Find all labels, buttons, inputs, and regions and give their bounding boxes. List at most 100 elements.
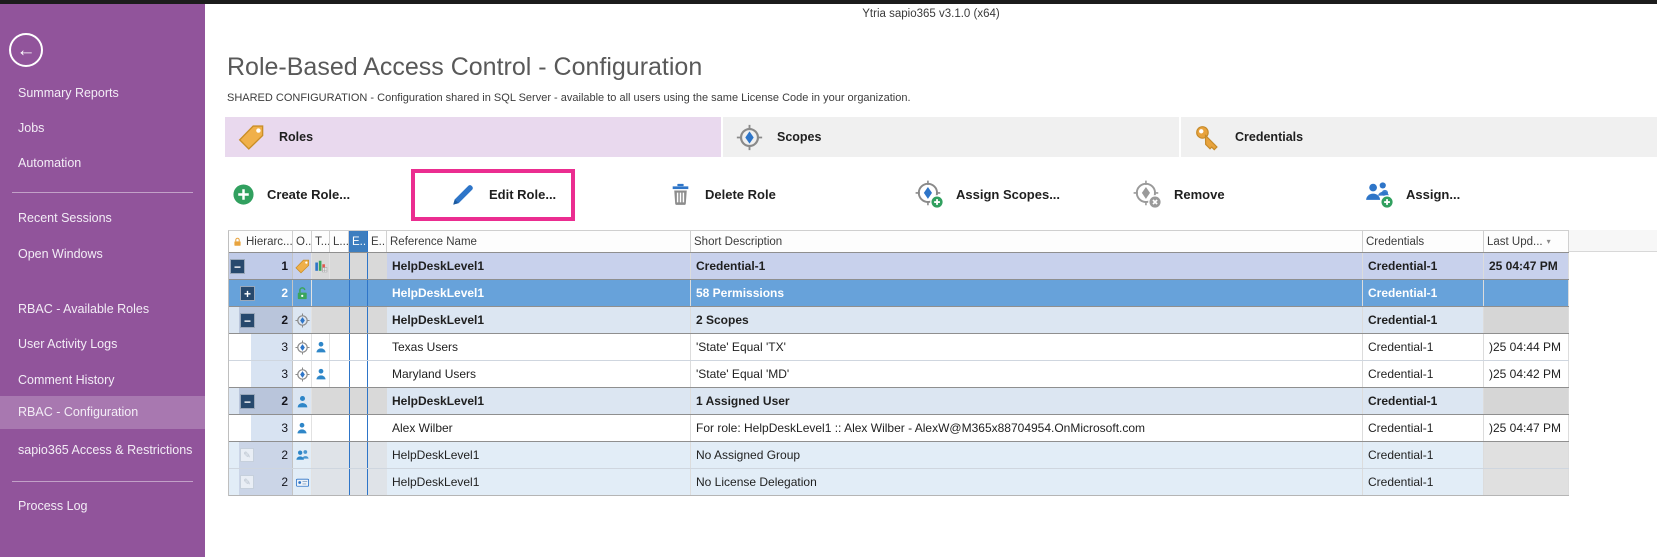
expander-minus-icon[interactable]: − xyxy=(230,259,245,274)
cell-reference-name: HelpDeskLevel1 xyxy=(387,388,691,414)
scope-remove-icon xyxy=(1132,179,1162,209)
person-icon xyxy=(312,361,330,387)
cell-short-description: Credential-1 xyxy=(691,253,1363,279)
page-subtitle: SHARED CONFIGURATION - Configuration sha… xyxy=(227,92,911,104)
scope-add-icon xyxy=(914,179,944,209)
license-card-icon xyxy=(293,469,312,495)
tab-credentials-label: Credentials xyxy=(1235,130,1303,144)
column-header-credentials[interactable]: Credentials xyxy=(1363,231,1484,252)
cell-last-updated: )25 04:44 PM xyxy=(1484,334,1569,360)
back-icon[interactable]: ← xyxy=(9,33,43,67)
column-header-e-selected[interactable]: E... xyxy=(349,231,368,252)
person-icon xyxy=(293,415,312,441)
page-title: Role-Based Access Control - Configuratio… xyxy=(227,53,702,82)
table-header-extension xyxy=(1569,230,1657,252)
sidebar-item-automation[interactable]: Automation xyxy=(0,147,205,180)
cell-credentials: Credential-1 xyxy=(1363,253,1484,279)
cell-short-description: 1 Assigned User xyxy=(691,388,1363,414)
column-header-last-updated[interactable]: Last Upd...▾ xyxy=(1484,231,1569,252)
tab-scopes-label: Scopes xyxy=(777,130,821,144)
expander-plus-icon[interactable]: + xyxy=(240,286,255,301)
table-row-scope-maryland[interactable]: 3 Maryland Users 'State' Equal 'MD' Cred… xyxy=(229,361,1569,388)
plus-circle-icon xyxy=(232,183,255,206)
expander-minus-icon[interactable]: − xyxy=(240,313,255,328)
pencil-icon xyxy=(447,179,477,209)
cell-credentials: Credential-1 xyxy=(1363,307,1484,333)
cell-last-updated: )25 04:42 PM xyxy=(1484,361,1569,387)
cell-reference-name: HelpDeskLevel1 xyxy=(387,280,691,306)
cell-credentials: Credential-1 xyxy=(1363,280,1484,306)
column-header-t[interactable]: T... xyxy=(312,231,330,252)
assign-scopes-button[interactable]: Assign Scopes... xyxy=(914,170,1060,218)
column-header-reference-name[interactable]: Reference Name xyxy=(387,231,691,252)
window-title: Ytria sapio365 v3.1.0 (x64) xyxy=(205,8,1657,20)
tab-roles-label: Roles xyxy=(279,130,313,144)
cell-last-updated xyxy=(1484,388,1569,414)
window-top-bar xyxy=(0,0,1657,4)
table-header-row: Hierarc... O... T... L... E... E... Refe… xyxy=(229,231,1569,253)
cell-credentials: Credential-1 xyxy=(1363,469,1484,495)
sidebar-divider xyxy=(12,192,193,193)
sidebar-item-sapio365-access[interactable]: sapio365 Access & Restrictions xyxy=(0,434,205,467)
tag-icon xyxy=(238,124,265,151)
report-columns-icon xyxy=(312,253,330,279)
column-header-l[interactable]: L... xyxy=(330,231,349,252)
delete-role-button[interactable]: Delete Role xyxy=(668,170,776,218)
cell-last-updated xyxy=(1484,442,1569,468)
sidebar-item-jobs[interactable]: Jobs xyxy=(0,112,205,145)
table-row-permissions-selected[interactable]: +2 HelpDeskLevel1 58 Permissions Credent… xyxy=(229,280,1569,307)
tab-roles[interactable]: Roles xyxy=(225,117,721,157)
trash-icon xyxy=(668,182,693,207)
sidebar-item-open-windows[interactable]: Open Windows xyxy=(0,238,205,271)
rbac-table: Hierarc... O... T... L... E... E... Refe… xyxy=(228,230,1569,496)
sidebar: ← Summary Reports Jobs Automation Recent… xyxy=(0,4,205,557)
assign-users-button[interactable]: Assign... xyxy=(1364,170,1460,218)
sidebar-divider xyxy=(12,481,193,482)
column-header-o[interactable]: O... xyxy=(293,231,312,252)
sidebar-item-rbac-configuration[interactable]: RBAC - Configuration xyxy=(0,396,205,429)
cell-credentials: Credential-1 xyxy=(1363,334,1484,360)
app-window: Ytria sapio365 v3.1.0 (x64) ← Summary Re… xyxy=(0,0,1657,557)
cell-last-updated: 25 04:47 PM xyxy=(1484,253,1569,279)
tag-icon xyxy=(293,253,312,279)
create-role-button[interactable]: Create Role... xyxy=(232,170,350,218)
table-row-scopes-group[interactable]: −2 HelpDeskLevel1 2 Scopes Credential-1 xyxy=(229,307,1569,334)
cell-credentials: Credential-1 xyxy=(1363,361,1484,387)
pencil-box-icon[interactable]: ✎ xyxy=(240,475,254,489)
cell-last-updated: )25 04:47 PM xyxy=(1484,415,1569,441)
remove-scopes-button[interactable]: Remove xyxy=(1132,170,1225,218)
sidebar-item-process-log[interactable]: Process Log xyxy=(0,490,205,523)
column-header-e[interactable]: E... xyxy=(368,231,387,252)
sidebar-item-recent-sessions[interactable]: Recent Sessions xyxy=(0,202,205,235)
column-header-hierarchy[interactable]: Hierarc... xyxy=(229,231,293,252)
tab-scopes[interactable]: Scopes xyxy=(723,117,1179,157)
sidebar-item-user-activity-logs[interactable]: User Activity Logs xyxy=(0,328,205,361)
cell-short-description: No Assigned Group xyxy=(691,442,1363,468)
table-row-scope-texas[interactable]: 3 Texas Users 'State' Equal 'TX' Credent… xyxy=(229,334,1569,361)
lock-icon xyxy=(232,236,243,248)
column-header-short-description[interactable]: Short Description xyxy=(691,231,1363,252)
people-add-icon xyxy=(1364,179,1394,209)
scope-icon xyxy=(293,361,312,387)
scope-icon xyxy=(293,307,312,333)
person-icon xyxy=(312,334,330,360)
expander-minus-icon[interactable]: − xyxy=(240,394,255,409)
cell-reference-name: HelpDeskLevel1 xyxy=(387,469,691,495)
table-row-role[interactable]: −1 HelpDeskLevel1 Credential-1 Credentia… xyxy=(229,253,1569,280)
sidebar-item-rbac-available-roles[interactable]: RBAC - Available Roles xyxy=(0,293,205,326)
sidebar-item-comment-history[interactable]: Comment History xyxy=(0,364,205,397)
cell-short-description: 'State' Equal 'MD' xyxy=(691,361,1363,387)
cell-short-description: 58 Permissions xyxy=(691,280,1363,306)
cell-reference-name: Texas Users xyxy=(387,334,691,360)
table-row-user-alex-wilber[interactable]: 3 Alex Wilber For role: HelpDeskLevel1 :… xyxy=(229,415,1569,442)
edit-role-button[interactable]: Edit Role... xyxy=(447,170,556,218)
person-icon xyxy=(293,388,312,414)
table-row-no-assigned-group[interactable]: ✎2 HelpDeskLevel1 No Assigned Group Cred… xyxy=(229,442,1569,469)
table-row-assigned-users-group[interactable]: −2 HelpDeskLevel1 1 Assigned User Creden… xyxy=(229,388,1569,415)
tab-credentials[interactable]: Credentials xyxy=(1181,117,1657,157)
cell-short-description: 2 Scopes xyxy=(691,307,1363,333)
table-row-no-license-delegation[interactable]: ✎2 HelpDeskLevel1 No License Delegation … xyxy=(229,469,1569,496)
sidebar-item-summary-reports[interactable]: Summary Reports xyxy=(0,77,205,110)
cell-last-updated xyxy=(1484,307,1569,333)
pencil-box-icon[interactable]: ✎ xyxy=(240,448,254,462)
